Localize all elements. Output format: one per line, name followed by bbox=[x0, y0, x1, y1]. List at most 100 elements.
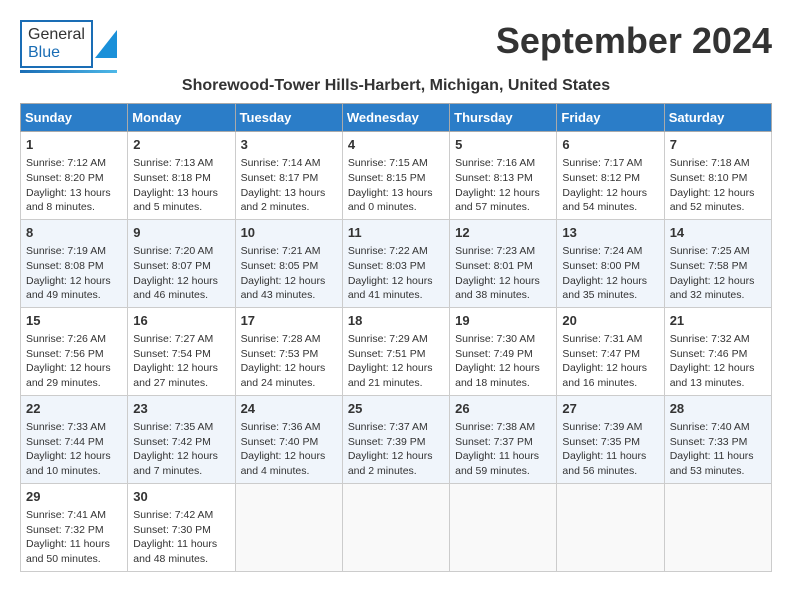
table-cell: 30 Sunrise: 7:42 AM Sunset: 7:30 PM Dayl… bbox=[128, 483, 235, 571]
daylight-hours: Daylight: 12 hours and 38 minutes. bbox=[455, 275, 540, 302]
sunrise-time: Sunrise: 7:31 AM bbox=[562, 333, 642, 345]
sunset-time: Sunset: 8:00 PM bbox=[562, 260, 640, 272]
day-number: 13 bbox=[562, 224, 658, 242]
main-title: September 2024 bbox=[496, 20, 772, 62]
table-cell: 19 Sunrise: 7:30 AM Sunset: 7:49 PM Dayl… bbox=[450, 307, 557, 395]
table-cell: 25 Sunrise: 7:37 AM Sunset: 7:39 PM Dayl… bbox=[342, 395, 449, 483]
sunset-time: Sunset: 7:56 PM bbox=[26, 348, 104, 360]
table-cell bbox=[342, 483, 449, 571]
day-number: 23 bbox=[133, 400, 229, 418]
title-section: September 2024 bbox=[496, 20, 772, 62]
logo-triangle-icon bbox=[95, 30, 117, 58]
table-cell: 15 Sunrise: 7:26 AM Sunset: 7:56 PM Dayl… bbox=[21, 307, 128, 395]
day-number: 16 bbox=[133, 312, 229, 330]
daylight-hours: Daylight: 11 hours and 50 minutes. bbox=[26, 538, 110, 565]
table-cell: 5 Sunrise: 7:16 AM Sunset: 8:13 PM Dayli… bbox=[450, 132, 557, 220]
day-number: 12 bbox=[455, 224, 551, 242]
calendar-table: Sunday Monday Tuesday Wednesday Thursday… bbox=[20, 103, 772, 572]
table-cell: 18 Sunrise: 7:29 AM Sunset: 7:51 PM Dayl… bbox=[342, 307, 449, 395]
logo-blue-text: Blue bbox=[28, 44, 60, 61]
sunrise-time: Sunrise: 7:21 AM bbox=[241, 245, 321, 257]
sunrise-time: Sunrise: 7:15 AM bbox=[348, 157, 428, 169]
table-cell: 3 Sunrise: 7:14 AM Sunset: 8:17 PM Dayli… bbox=[235, 132, 342, 220]
daylight-hours: Daylight: 12 hours and 29 minutes. bbox=[26, 362, 111, 389]
col-sunday: Sunday bbox=[21, 104, 128, 132]
table-cell: 14 Sunrise: 7:25 AM Sunset: 7:58 PM Dayl… bbox=[664, 219, 771, 307]
daylight-hours: Daylight: 13 hours and 0 minutes. bbox=[348, 187, 433, 214]
daylight-hours: Daylight: 12 hours and 41 minutes. bbox=[348, 275, 433, 302]
day-number: 15 bbox=[26, 312, 122, 330]
daylight-hours: Daylight: 13 hours and 2 minutes. bbox=[241, 187, 326, 214]
day-number: 22 bbox=[26, 400, 122, 418]
daylight-hours: Daylight: 12 hours and 52 minutes. bbox=[670, 187, 755, 214]
day-number: 8 bbox=[26, 224, 122, 242]
sunrise-time: Sunrise: 7:24 AM bbox=[562, 245, 642, 257]
table-cell: 24 Sunrise: 7:36 AM Sunset: 7:40 PM Dayl… bbox=[235, 395, 342, 483]
table-cell: 4 Sunrise: 7:15 AM Sunset: 8:15 PM Dayli… bbox=[342, 132, 449, 220]
sunset-time: Sunset: 7:44 PM bbox=[26, 436, 104, 448]
daylight-hours: Daylight: 12 hours and 54 minutes. bbox=[562, 187, 647, 214]
daylight-hours: Daylight: 12 hours and 18 minutes. bbox=[455, 362, 540, 389]
table-cell: 6 Sunrise: 7:17 AM Sunset: 8:12 PM Dayli… bbox=[557, 132, 664, 220]
daylight-hours: Daylight: 12 hours and 16 minutes. bbox=[562, 362, 647, 389]
sunrise-time: Sunrise: 7:42 AM bbox=[133, 509, 213, 521]
sunrise-time: Sunrise: 7:30 AM bbox=[455, 333, 535, 345]
sunset-time: Sunset: 7:51 PM bbox=[348, 348, 426, 360]
daylight-hours: Daylight: 11 hours and 53 minutes. bbox=[670, 450, 754, 477]
sunset-time: Sunset: 8:18 PM bbox=[133, 172, 211, 184]
sunrise-time: Sunrise: 7:27 AM bbox=[133, 333, 213, 345]
daylight-hours: Daylight: 13 hours and 8 minutes. bbox=[26, 187, 111, 214]
day-number: 5 bbox=[455, 136, 551, 154]
table-cell: 28 Sunrise: 7:40 AM Sunset: 7:33 PM Dayl… bbox=[664, 395, 771, 483]
day-number: 10 bbox=[241, 224, 337, 242]
sunset-time: Sunset: 8:13 PM bbox=[455, 172, 533, 184]
sunset-time: Sunset: 8:12 PM bbox=[562, 172, 640, 184]
day-number: 20 bbox=[562, 312, 658, 330]
day-number: 30 bbox=[133, 488, 229, 506]
daylight-hours: Daylight: 12 hours and 27 minutes. bbox=[133, 362, 218, 389]
calendar-week-3: 15 Sunrise: 7:26 AM Sunset: 7:56 PM Dayl… bbox=[21, 307, 772, 395]
day-number: 4 bbox=[348, 136, 444, 154]
daylight-hours: Daylight: 11 hours and 48 minutes. bbox=[133, 538, 217, 565]
sunrise-time: Sunrise: 7:29 AM bbox=[348, 333, 428, 345]
sunrise-time: Sunrise: 7:39 AM bbox=[562, 421, 642, 433]
table-cell bbox=[450, 483, 557, 571]
sunset-time: Sunset: 7:32 PM bbox=[26, 524, 104, 536]
calendar-week-4: 22 Sunrise: 7:33 AM Sunset: 7:44 PM Dayl… bbox=[21, 395, 772, 483]
day-number: 21 bbox=[670, 312, 766, 330]
sunrise-time: Sunrise: 7:38 AM bbox=[455, 421, 535, 433]
sunrise-time: Sunrise: 7:40 AM bbox=[670, 421, 750, 433]
sunset-time: Sunset: 7:53 PM bbox=[241, 348, 319, 360]
day-number: 3 bbox=[241, 136, 337, 154]
sunset-time: Sunset: 7:47 PM bbox=[562, 348, 640, 360]
sunset-time: Sunset: 8:17 PM bbox=[241, 172, 319, 184]
daylight-hours: Daylight: 12 hours and 35 minutes. bbox=[562, 275, 647, 302]
col-friday: Friday bbox=[557, 104, 664, 132]
daylight-hours: Daylight: 12 hours and 10 minutes. bbox=[26, 450, 111, 477]
daylight-hours: Daylight: 12 hours and 13 minutes. bbox=[670, 362, 755, 389]
sunset-time: Sunset: 7:30 PM bbox=[133, 524, 211, 536]
table-cell: 26 Sunrise: 7:38 AM Sunset: 7:37 PM Dayl… bbox=[450, 395, 557, 483]
daylight-hours: Daylight: 13 hours and 5 minutes. bbox=[133, 187, 218, 214]
daylight-hours: Daylight: 11 hours and 56 minutes. bbox=[562, 450, 646, 477]
sunrise-time: Sunrise: 7:25 AM bbox=[670, 245, 750, 257]
day-number: 6 bbox=[562, 136, 658, 154]
page-container: General Blue September 2024 Shorewood-To… bbox=[20, 20, 772, 572]
calendar-week-2: 8 Sunrise: 7:19 AM Sunset: 8:08 PM Dayli… bbox=[21, 219, 772, 307]
table-cell: 22 Sunrise: 7:33 AM Sunset: 7:44 PM Dayl… bbox=[21, 395, 128, 483]
sunset-time: Sunset: 7:39 PM bbox=[348, 436, 426, 448]
day-number: 11 bbox=[348, 224, 444, 242]
sunset-time: Sunset: 7:49 PM bbox=[455, 348, 533, 360]
sunrise-time: Sunrise: 7:13 AM bbox=[133, 157, 213, 169]
daylight-hours: Daylight: 12 hours and 7 minutes. bbox=[133, 450, 218, 477]
sunrise-time: Sunrise: 7:20 AM bbox=[133, 245, 213, 257]
sunrise-time: Sunrise: 7:23 AM bbox=[455, 245, 535, 257]
sunrise-time: Sunrise: 7:37 AM bbox=[348, 421, 428, 433]
daylight-hours: Daylight: 12 hours and 24 minutes. bbox=[241, 362, 326, 389]
col-wednesday: Wednesday bbox=[342, 104, 449, 132]
table-cell: 12 Sunrise: 7:23 AM Sunset: 8:01 PM Dayl… bbox=[450, 219, 557, 307]
sunset-time: Sunset: 8:20 PM bbox=[26, 172, 104, 184]
sunrise-time: Sunrise: 7:41 AM bbox=[26, 509, 106, 521]
sunrise-time: Sunrise: 7:33 AM bbox=[26, 421, 106, 433]
table-cell: 13 Sunrise: 7:24 AM Sunset: 8:00 PM Dayl… bbox=[557, 219, 664, 307]
